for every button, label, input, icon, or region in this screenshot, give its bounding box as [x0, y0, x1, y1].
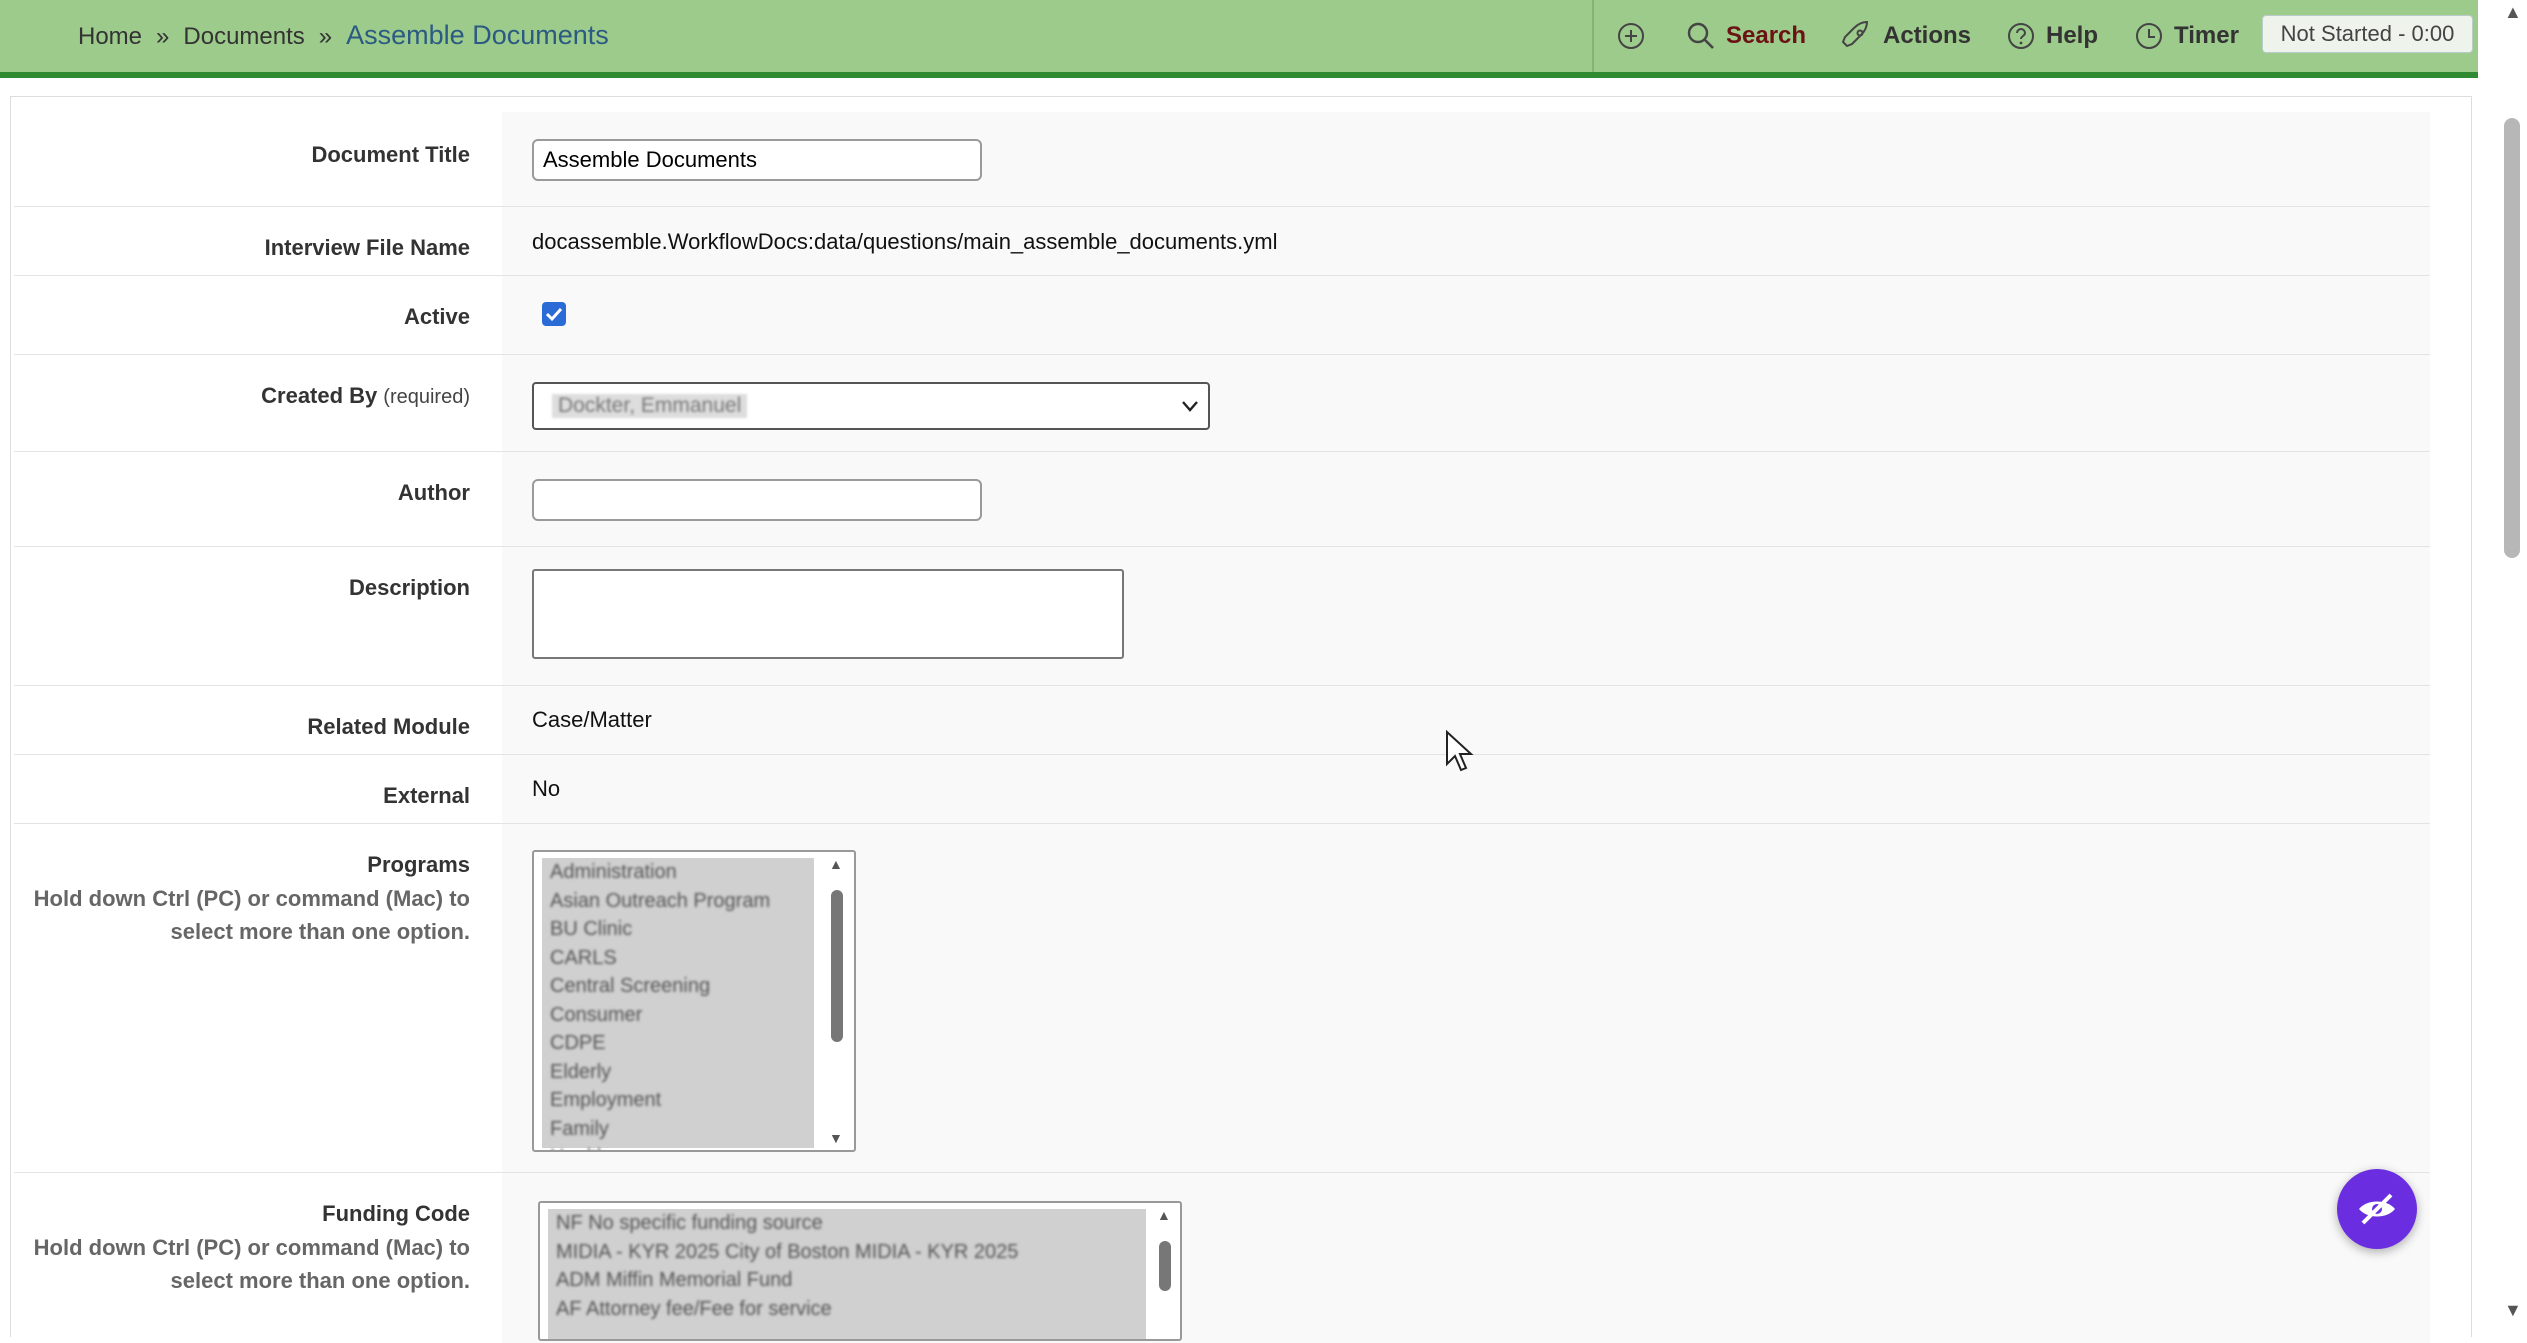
- breadcrumb-current: Assemble Documents: [346, 20, 609, 50]
- timer-status-badge[interactable]: Not Started - 0:00: [2262, 15, 2473, 53]
- floating-accessibility-button[interactable]: [2337, 1169, 2417, 1249]
- row-programs: Programs Hold down Ctrl (PC) or command …: [14, 824, 2430, 1174]
- scroll-up-arrow-icon[interactable]: ▲: [2504, 2, 2522, 23]
- checkmark-icon: [545, 307, 563, 322]
- top-navbar: Home » Documents » Assemble Documents Search…: [0, 0, 2478, 78]
- document-title-input[interactable]: [532, 139, 982, 181]
- chevron-down-icon: [1182, 401, 1198, 412]
- required-indicator: (required): [383, 386, 470, 408]
- related-module-value: Case/Matter: [532, 707, 652, 732]
- mouse-cursor-icon: [1446, 730, 1474, 772]
- search-button[interactable]: Search: [1686, 18, 1806, 54]
- funding-code-option[interactable]: ADM Miffin Memorial Fund: [548, 1266, 1146, 1295]
- program-option[interactable]: CDPE: [542, 1029, 814, 1058]
- interview-file-name-value: docassemble.WorkflowDocs:data/questions/…: [532, 229, 1278, 254]
- funding-code-option[interactable]: MIDIA - KYR 2025 City of Boston MIDIA - …: [548, 1238, 1146, 1267]
- document-title-label: Document Title: [311, 142, 470, 167]
- program-option[interactable]: Employment: [542, 1086, 814, 1115]
- row-document-title: Document Title: [14, 112, 2430, 208]
- row-active: Active: [14, 276, 2430, 356]
- programs-label: Programs: [367, 852, 470, 877]
- program-option[interactable]: Health: [542, 1143, 814, 1150]
- related-module-label: Related Module: [307, 714, 470, 739]
- actions-button[interactable]: Actions: [1841, 18, 1971, 54]
- row-external: External No: [14, 755, 2430, 825]
- clock-icon: [2136, 23, 2162, 49]
- program-option[interactable]: Asian Outreach Program: [542, 887, 814, 916]
- page-scrollbar[interactable]: ▲ ▼: [2492, 0, 2527, 1326]
- funding-code-label: Funding Code: [322, 1201, 470, 1226]
- program-option[interactable]: Administration: [542, 858, 814, 887]
- program-option[interactable]: Family: [542, 1115, 814, 1144]
- help-label: Help: [2046, 22, 2099, 49]
- programs-options: Administration Asian Outreach Program BU…: [542, 858, 814, 1150]
- created-by-select[interactable]: Dockter, Emmanuel: [532, 382, 1210, 430]
- breadcrumb-documents[interactable]: Documents: [183, 23, 304, 50]
- created-by-label: Created By (required): [261, 383, 470, 409]
- external-value: No: [532, 776, 561, 801]
- question-circle-icon: [2008, 23, 2034, 49]
- funding-code-hint: Hold down Ctrl (PC) or command (Mac) to …: [33, 1235, 470, 1293]
- breadcrumb-home[interactable]: Home: [78, 23, 142, 50]
- funding-code-option[interactable]: NF No specific funding source: [548, 1209, 1146, 1238]
- row-created-by: Created By (required) Dockter, Emmanuel: [14, 355, 2430, 453]
- author-label: Author: [397, 480, 470, 505]
- list-scroll-thumb[interactable]: [1159, 1241, 1171, 1291]
- programs-listbox-scrollbar[interactable]: ▲ ▼: [826, 856, 848, 1146]
- breadcrumb: Home » Documents » Assemble Documents: [78, 20, 609, 51]
- breadcrumb-separator: »: [318, 23, 333, 50]
- funding-code-option[interactable]: AF Attorney fee/Fee for service: [548, 1295, 1146, 1324]
- programs-listbox[interactable]: Administration Asian Outreach Program BU…: [532, 850, 856, 1152]
- breadcrumb-separator: »: [156, 23, 170, 50]
- help-button[interactable]: Help: [2006, 18, 2098, 54]
- search-label: Search: [1726, 22, 1807, 49]
- description-label: Description: [348, 575, 470, 600]
- funding-code-options: NF No specific funding source MIDIA - KY…: [548, 1209, 1146, 1339]
- toolbar-divider: [1592, 0, 1594, 72]
- program-option[interactable]: Consumer: [542, 1001, 814, 1030]
- search-icon: [1687, 22, 1714, 49]
- plus-circle-icon: [1618, 23, 1644, 49]
- active-label: Active: [403, 304, 470, 329]
- row-interview-file-name: Interview File Name docassemble.Workflow…: [14, 207, 2430, 277]
- created-by-selected-value: Dockter, Emmanuel: [552, 394, 748, 418]
- program-option[interactable]: CARLS: [542, 944, 814, 973]
- interview-file-name-label: Interview File Name: [264, 235, 470, 260]
- timer-button[interactable]: Timer: [2134, 18, 2239, 54]
- row-author: Author: [14, 452, 2430, 548]
- funding-code-listbox[interactable]: NF No specific funding source MIDIA - KY…: [538, 1201, 1182, 1341]
- actions-label: Actions: [1883, 22, 1972, 49]
- scroll-down-arrow-icon[interactable]: ▼: [2504, 1300, 2522, 1321]
- row-funding-code: Funding Code Hold down Ctrl (PC) or comm…: [14, 1173, 2430, 1343]
- scrollbar-thumb[interactable]: [2504, 118, 2520, 558]
- list-scroll-down-icon[interactable]: ▼: [829, 1130, 843, 1146]
- programs-hint: Hold down Ctrl (PC) or command (Mac) to …: [33, 886, 470, 944]
- external-label: External: [383, 783, 470, 808]
- author-input[interactable]: [532, 479, 982, 521]
- program-option[interactable]: Central Screening: [542, 972, 814, 1001]
- rocket-icon: [1841, 20, 1869, 48]
- program-option[interactable]: Elderly: [542, 1058, 814, 1087]
- program-option[interactable]: BU Clinic: [542, 915, 814, 944]
- no-eye-icon: [2359, 1193, 2395, 1225]
- funding-code-listbox-scrollbar[interactable]: ▲: [1154, 1207, 1176, 1335]
- timer-label: Timer: [2174, 22, 2239, 49]
- description-textarea[interactable]: [532, 569, 1124, 659]
- add-button[interactable]: [1616, 18, 1656, 54]
- created-by-label-text: Created By: [261, 383, 378, 408]
- list-scroll-thumb[interactable]: [831, 890, 843, 1042]
- active-checkbox[interactable]: [542, 302, 566, 326]
- row-related-module: Related Module Case/Matter: [14, 686, 2430, 756]
- list-scroll-up-icon[interactable]: ▲: [829, 856, 843, 872]
- list-scroll-up-icon[interactable]: ▲: [1157, 1207, 1171, 1223]
- row-description: Description: [14, 547, 2430, 687]
